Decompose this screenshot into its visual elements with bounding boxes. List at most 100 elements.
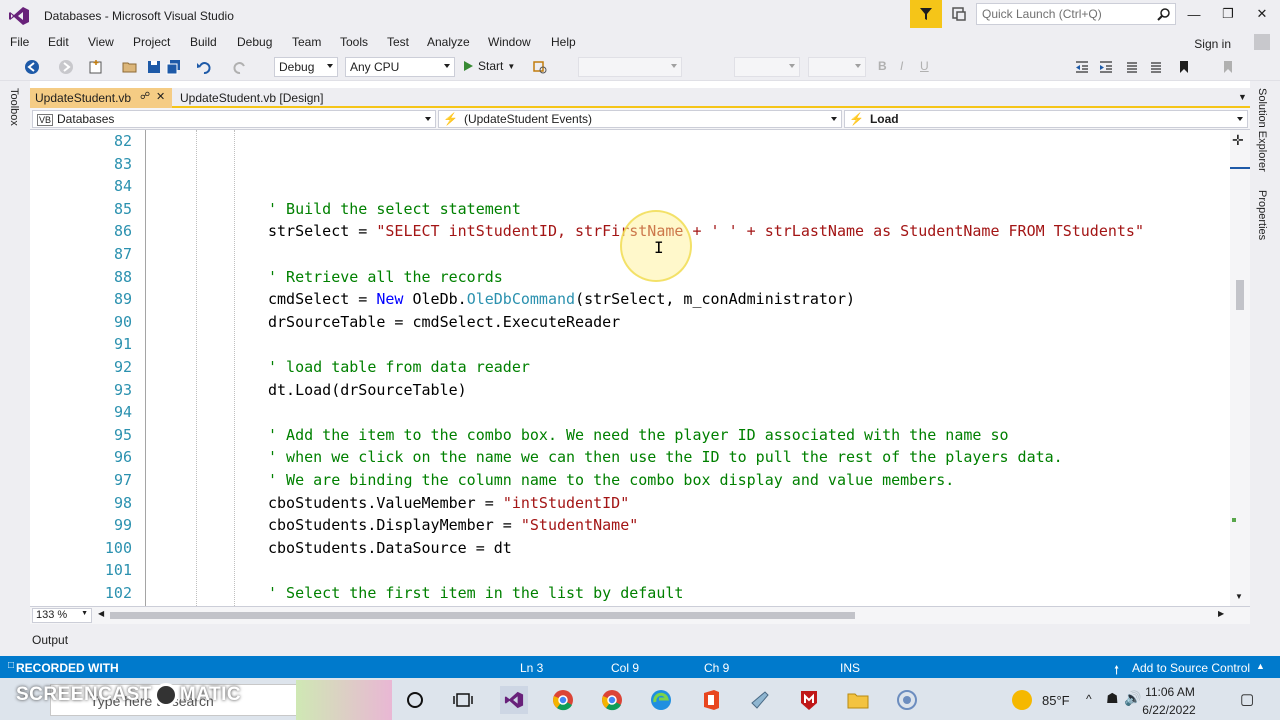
code-line[interactable]: ' load table from data reader xyxy=(268,358,530,376)
start-debugging-button[interactable]: Start ▼ xyxy=(462,56,515,76)
underline-icon[interactable]: U xyxy=(920,59,936,75)
code-line[interactable]: strSelect = "SELECT intStudentID, strFir… xyxy=(268,222,1144,240)
notification-icon[interactable] xyxy=(950,5,968,23)
clock-date[interactable]: 6/22/2022 xyxy=(1136,703,1202,717)
tab-updatestudent-design[interactable]: UpdateStudent.vb [Design] xyxy=(180,91,323,105)
scroll-right-icon[interactable]: ▶ xyxy=(1218,609,1224,618)
object-combo[interactable]: ⚡ (UpdateStudent Events) xyxy=(438,110,842,128)
code-line[interactable]: ' We are binding the column name to the … xyxy=(268,471,954,489)
undo-icon[interactable] xyxy=(196,59,212,75)
code-line[interactable]: cboStudents.DisplayMember = "StudentName… xyxy=(268,516,638,534)
close-tab-icon[interactable]: ✕ xyxy=(156,90,165,103)
maximize-button[interactable]: ❐ xyxy=(1216,4,1240,24)
menu-project[interactable]: Project xyxy=(133,35,170,49)
comment-lines-icon[interactable] xyxy=(1124,59,1140,75)
redo-icon[interactable] xyxy=(232,59,248,75)
edge-icon[interactable] xyxy=(647,686,675,714)
find-in-files-icon[interactable] xyxy=(532,59,548,75)
menu-tools[interactable]: Tools xyxy=(340,35,368,49)
sql-tool-icon[interactable] xyxy=(746,686,774,714)
save-icon[interactable] xyxy=(146,59,162,75)
show-hidden-icons-icon[interactable]: ^ xyxy=(1086,692,1092,706)
weather-sun-icon[interactable] xyxy=(1012,690,1032,710)
open-folder-icon[interactable] xyxy=(122,59,138,75)
feedback-filter-icon[interactable] xyxy=(910,0,942,28)
menu-debug[interactable]: Debug xyxy=(237,35,272,49)
scroll-down-icon[interactable]: ▼ xyxy=(1235,592,1243,601)
code-line[interactable]: ' Retrieve all the records xyxy=(268,268,503,286)
bold-icon[interactable]: B xyxy=(878,59,894,75)
platform-select[interactable]: Any CPU xyxy=(345,57,455,77)
search-icon[interactable] xyxy=(1157,7,1171,21)
code-editor[interactable]: 82 83 84 85 ' Build the select statement 86 st… xyxy=(30,130,1250,606)
find-combo[interactable] xyxy=(578,57,682,77)
action-center-icon[interactable]: ▢ xyxy=(1240,690,1254,708)
size-combo[interactable] xyxy=(808,57,866,77)
office-icon[interactable] xyxy=(697,686,725,714)
code-line[interactable]: drSourceTable = cmdSelect.ExecuteReader xyxy=(268,313,620,331)
quick-launch-input[interactable]: Quick Launch (Ctrl+Q) xyxy=(976,3,1176,25)
forward-arrow-icon[interactable] xyxy=(58,59,74,75)
configuration-select[interactable]: Debug xyxy=(274,57,338,77)
method-combo[interactable]: ⚡ Load xyxy=(844,110,1248,128)
output-tab[interactable]: Output xyxy=(32,633,68,647)
bookmark-icon[interactable] xyxy=(1176,59,1192,75)
font-combo[interactable] xyxy=(734,57,800,77)
screencast-taskbar-icon[interactable] xyxy=(893,686,921,714)
project-combo[interactable]: VB Databases xyxy=(32,110,436,128)
horizontal-scroll-thumb[interactable] xyxy=(110,612,855,619)
network-icon[interactable]: ☗ xyxy=(1106,690,1119,707)
menu-help[interactable]: Help xyxy=(551,35,576,49)
code-line[interactable]: cboStudents.DataSource = dt xyxy=(268,539,512,557)
file-explorer-icon[interactable] xyxy=(844,686,872,714)
menu-analyze[interactable]: Analyze xyxy=(427,35,470,49)
italic-icon[interactable]: I xyxy=(900,59,916,75)
code-line[interactable]: ' Add the item to the combo box. We need… xyxy=(268,426,1009,444)
menu-window[interactable]: Window xyxy=(488,35,531,49)
code-line[interactable]: dt.Load(drSourceTable) xyxy=(268,381,467,399)
toolbox-tab[interactable]: Toolbox xyxy=(8,88,20,126)
mcafee-icon[interactable] xyxy=(795,686,823,714)
code-line[interactable]: ' Select the first item in the list by d… xyxy=(268,584,683,602)
save-all-icon[interactable] xyxy=(166,59,182,75)
properties-tab[interactable]: Properties xyxy=(1256,190,1268,240)
new-project-icon[interactable] xyxy=(88,59,104,75)
split-editor-icon[interactable]: ✛ xyxy=(1232,132,1244,149)
indent-icon[interactable] xyxy=(1098,59,1114,75)
vertical-scroll-thumb[interactable] xyxy=(1236,280,1244,310)
scroll-left-icon[interactable]: ◀ xyxy=(98,609,104,618)
tab-updatestudent-vb[interactable]: UpdateStudent.vb ☍ ✕ xyxy=(30,88,172,108)
code-line[interactable]: ' Build the select statement xyxy=(268,200,521,218)
add-to-source-control-button[interactable]: Add to Source Control xyxy=(1132,661,1250,675)
menu-view[interactable]: View xyxy=(88,35,114,49)
back-arrow-icon[interactable] xyxy=(24,59,40,75)
zoom-level-select[interactable]: 133 % ▼ xyxy=(32,608,92,623)
task-view-icon[interactable] xyxy=(449,686,477,714)
code-line[interactable]: ' when we click on the name we can then … xyxy=(268,448,1063,466)
account-icon[interactable] xyxy=(1254,34,1270,50)
solution-explorer-tab[interactable]: Solution Explorer xyxy=(1256,88,1268,172)
visual-studio-taskbar-icon[interactable] xyxy=(500,686,528,714)
pin-icon[interactable]: ☍ xyxy=(140,91,150,102)
menu-file[interactable]: File xyxy=(10,35,29,49)
bookmark-next-icon[interactable] xyxy=(1220,59,1236,75)
menu-team[interactable]: Team xyxy=(292,35,321,49)
menu-edit[interactable]: Edit xyxy=(48,35,69,49)
chrome-profile-icon[interactable] xyxy=(598,686,626,714)
minimize-button[interactable]: — xyxy=(1182,4,1206,24)
menu-test[interactable]: Test xyxy=(387,35,409,49)
uncomment-lines-icon[interactable] xyxy=(1148,59,1164,75)
menu-build[interactable]: Build xyxy=(190,35,217,49)
start-dropdown-icon[interactable]: ▼ xyxy=(507,62,515,71)
chrome-icon[interactable] xyxy=(549,686,577,714)
outdent-icon[interactable] xyxy=(1074,59,1090,75)
sign-in-link[interactable]: Sign in xyxy=(1194,37,1231,51)
clock-time[interactable]: 11:06 AM xyxy=(1140,685,1200,699)
weather-temperature[interactable]: 85°F xyxy=(1042,693,1070,708)
tab-list-dropdown-icon[interactable]: ▼ xyxy=(1238,92,1247,102)
cortana-icon[interactable] xyxy=(401,686,429,714)
code-line[interactable]: cboStudents.ValueMember = "intStudentID" xyxy=(268,494,629,512)
close-button[interactable]: ✕ xyxy=(1250,4,1274,24)
vertical-scrollbar[interactable] xyxy=(1230,130,1250,606)
source-control-up-icon[interactable]: ▲ xyxy=(1256,661,1265,671)
